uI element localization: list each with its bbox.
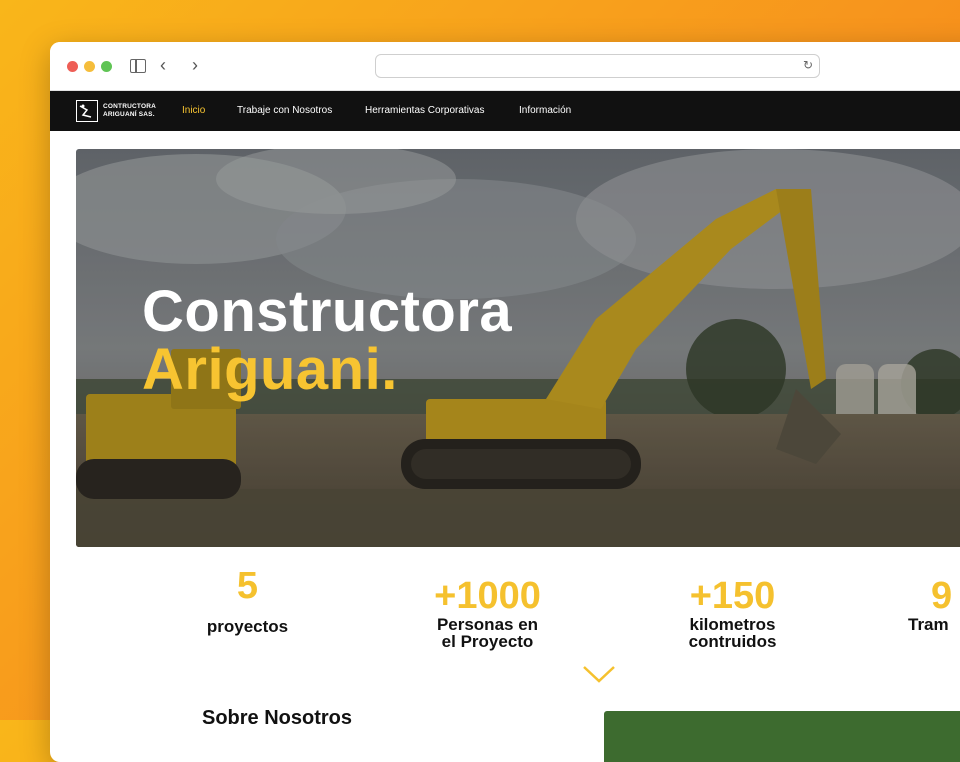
- hero-title-line1: Constructora: [142, 279, 513, 344]
- about-title: Sobre Nosotros: [202, 707, 353, 729]
- about-photo: [604, 711, 960, 762]
- logo-line2: ARIGUANÍ SAS.: [103, 111, 155, 118]
- minimize-window-button[interactable]: [84, 61, 95, 72]
- logo-mark-icon: [76, 100, 98, 122]
- stat-label-line1: kilometros: [689, 615, 776, 634]
- back-arrow-icon[interactable]: ‹: [160, 55, 166, 75]
- nav-item-trabaje[interactable]: Trabaje con Nosotros: [237, 105, 332, 116]
- site-navbar: CONTRUCTORA ARIGUANÍ SAS. Inicio Trabaje…: [50, 91, 960, 131]
- address-bar[interactable]: ↻: [375, 54, 820, 78]
- browser-window: ‹ › ↻ CONTRUCTORA ARIGUANÍ SAS. Inicio T…: [50, 42, 960, 762]
- stat-label: proyectos: [206, 617, 289, 636]
- hero-title-line2: Ariguani.: [142, 337, 398, 402]
- company-logo[interactable]: CONTRUCTORA ARIGUANÍ SAS.: [76, 100, 166, 124]
- reload-icon[interactable]: ↻: [803, 58, 813, 72]
- stat-personas: +1000 Personas en el Proyecto: [400, 576, 575, 650]
- stat-proyectos: 5 proyectos: [160, 566, 335, 635]
- stat-label-line2: el Proyecto: [441, 632, 534, 651]
- stat-number: 9: [931, 575, 953, 617]
- stat-number: +150: [689, 575, 776, 617]
- maximize-window-button[interactable]: [101, 61, 112, 72]
- close-window-button[interactable]: [67, 61, 78, 72]
- stat-number: +1000: [434, 575, 541, 617]
- sidebar-toggle-icon[interactable]: [130, 59, 146, 73]
- nav-item-herramientas[interactable]: Herramientas Corporativas: [365, 105, 485, 116]
- nav-item-inicio[interactable]: Inicio: [182, 105, 205, 116]
- stat-tramos: 9 Tram: [908, 576, 960, 633]
- forward-arrow-icon[interactable]: ›: [192, 55, 198, 75]
- chevron-down-icon[interactable]: [582, 664, 616, 684]
- logo-line1: CONTRUCTORA: [103, 103, 156, 110]
- nav-item-informacion[interactable]: Información: [519, 105, 571, 116]
- stat-label-line1: Personas en: [436, 615, 539, 634]
- logo-text: CONTRUCTORA ARIGUANÍ SAS.: [103, 103, 156, 119]
- hero-title: Constructora Ariguani.: [142, 283, 512, 399]
- stat-label: Tram: [908, 615, 949, 634]
- stat-label-line2: contruidos: [688, 632, 777, 651]
- stat-number: 5: [236, 565, 259, 607]
- hero-banner: Constructora Ariguani.: [76, 149, 960, 547]
- browser-titlebar: ‹ › ↻: [50, 42, 960, 91]
- stat-kilometros: +150 kilometros contruidos: [645, 576, 820, 650]
